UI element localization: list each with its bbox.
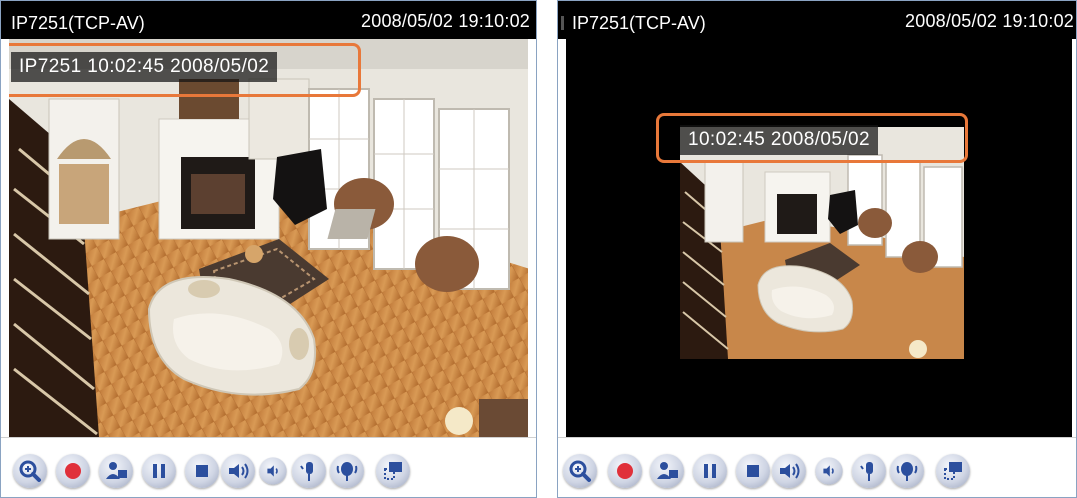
fullscreen-button[interactable] [936,454,970,488]
pause-button[interactable] [693,454,727,488]
control-bar [1,437,536,497]
zoom-in-icon [569,460,591,482]
title-bar-marker [561,16,564,30]
fullscreen-icon [944,462,962,480]
video-panel-left: IP7251(TCP-AV) 2008/05/02 19:10:02 IP725… [0,0,537,498]
mic-mute-button[interactable] [890,454,924,488]
volume-button[interactable] [259,457,287,485]
talk-icon [229,463,249,479]
mic-mute-icon [336,462,358,481]
record-button[interactable] [608,454,642,488]
camera-name: IP7251(TCP-AV) [572,13,706,33]
stop-button[interactable] [736,454,770,488]
title-bar: IP7251(TCP-AV) 2008/05/02 19:10:02 [558,1,1076,39]
video-panel-right: IP7251(TCP-AV) 2008/05/02 19:10:02 10:02… [557,0,1077,498]
fullscreen-icon [384,462,402,480]
mic-button[interactable] [852,454,886,488]
volume-button[interactable] [815,457,843,485]
stop-button[interactable] [185,454,219,488]
snapshot-button[interactable] [650,454,684,488]
text-overlay: IP7251 10:02:45 2008/05/02 [11,52,278,82]
pause-button[interactable] [142,454,176,488]
zoom-in-icon [19,460,41,482]
talk-button[interactable] [221,454,255,488]
stop-icon [196,465,208,477]
camera-timestamp: 2008/05/02 19:10:02 [361,11,530,31]
zoom-button[interactable] [563,454,597,488]
title-bar: IP7251(TCP-AV) 2008/05/02 19:10:02 [1,1,536,39]
zoom-button[interactable] [13,454,47,488]
record-icon [617,463,633,479]
mic-mute-icon [896,462,918,481]
video-view[interactable]: 10:02:45 2008/05/02 [566,39,1072,437]
talk-icon [780,463,800,479]
fullscreen-button[interactable] [376,454,410,488]
volume-icon [823,465,834,477]
stop-icon [747,465,759,477]
text-overlay: 10:02:45 2008/05/02 [680,125,878,155]
control-bar [558,437,1076,497]
volume-icon [267,465,278,477]
camera-timestamp: 2008/05/02 19:10:02 [905,11,1074,31]
live-video-image [9,39,528,437]
pause-icon [704,464,716,478]
pause-icon [153,464,165,478]
mic-mute-button[interactable] [330,454,364,488]
record-button[interactable] [56,454,90,488]
live-video-image [566,39,1072,437]
mic-icon [300,462,313,481]
snapshot-icon [657,462,678,479]
record-icon [65,463,81,479]
snapshot-button[interactable] [99,454,133,488]
mic-button[interactable] [292,454,326,488]
video-view[interactable]: IP7251 10:02:45 2008/05/02 [9,39,528,437]
snapshot-icon [106,462,127,479]
camera-name: IP7251(TCP-AV) [11,13,145,33]
mic-icon [860,462,873,481]
talk-button[interactable] [772,454,806,488]
